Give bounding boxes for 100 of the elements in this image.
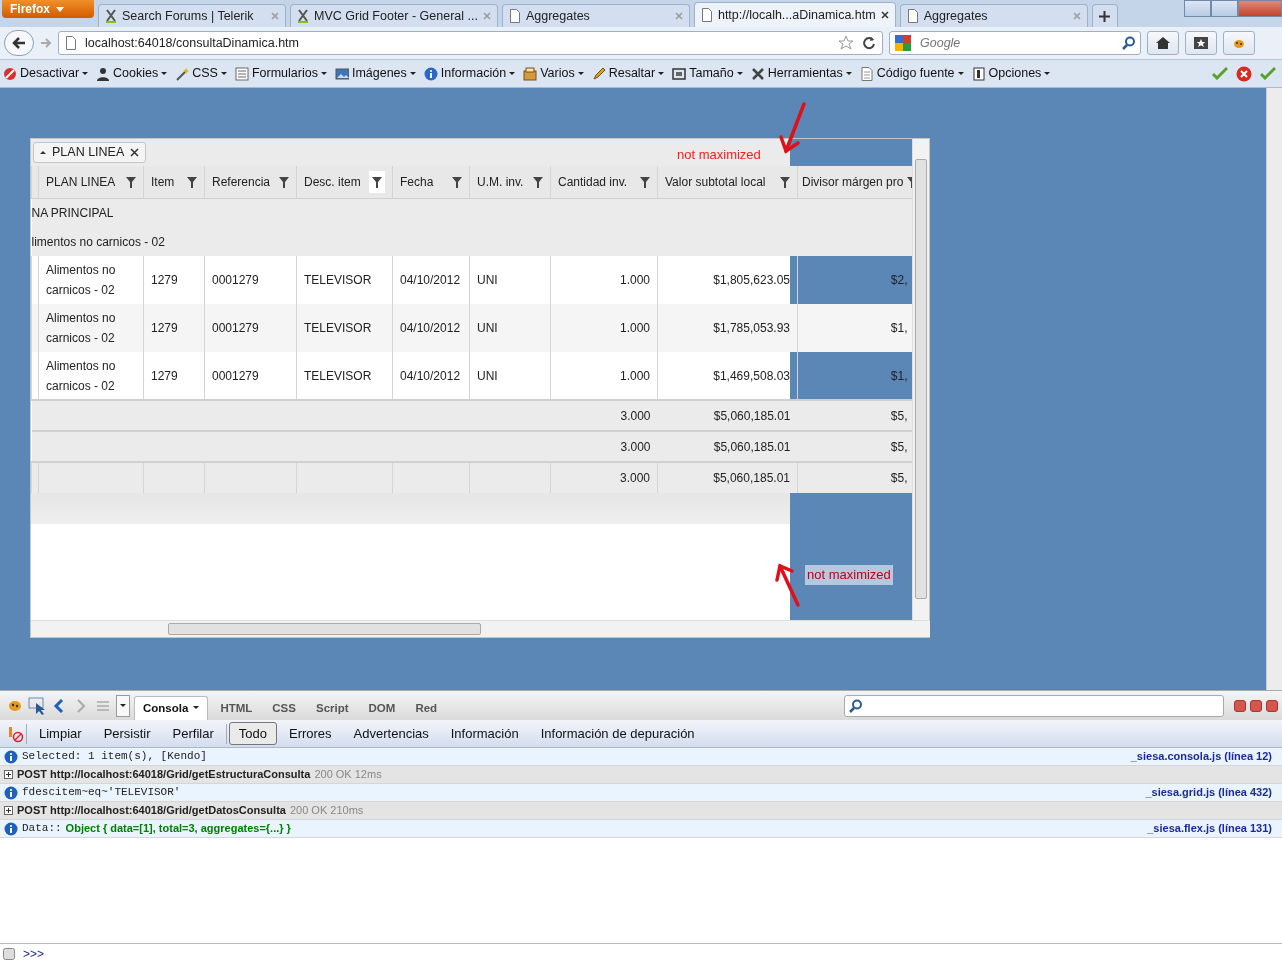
- table-cell: TELEVISOR: [304, 273, 372, 287]
- table-cell: 1279: [151, 273, 178, 287]
- toolbar-menu[interactable]: Varios: [522, 64, 585, 83]
- clear-icon[interactable]: [6, 724, 24, 743]
- filter-icon[interactable]: [533, 177, 543, 189]
- pencil-icon: [591, 66, 606, 81]
- back-arrow-icon: [12, 37, 26, 49]
- filter-tab[interactable]: Advertencias: [343, 721, 439, 746]
- back-button[interactable]: [4, 30, 34, 56]
- table-cell: 04/10/2012: [400, 321, 461, 335]
- console-action[interactable]: Limpiar: [29, 721, 92, 746]
- table-cell: $1,: [890, 368, 908, 383]
- expand-icon[interactable]: [4, 770, 13, 779]
- table-cell: 1279: [151, 368, 178, 383]
- toolbar-menu[interactable]: Opciones: [970, 64, 1052, 83]
- horizontal-scrollbar[interactable]: [31, 620, 930, 637]
- pointer-icon[interactable]: [28, 696, 46, 715]
- box-icon: [523, 66, 538, 81]
- footer-cell: $5,: [890, 471, 908, 485]
- toolbar-menu[interactable]: Desactivar: [2, 64, 90, 83]
- filter-tab[interactable]: Información de depuración: [530, 721, 705, 746]
- browser-tab[interactable]: Search Forums | Telerik: [98, 4, 286, 27]
- toolbar-menu[interactable]: Cookies: [95, 64, 169, 83]
- footer-cell: 3.000: [619, 471, 650, 485]
- x-logo-icon: [105, 9, 117, 23]
- close-icon[interactable]: [880, 11, 889, 19]
- request-url[interactable]: POST http://localhost:64018/Grid/getEstructuraConsulta: [17, 766, 311, 783]
- check-icon: [1212, 65, 1228, 80]
- toolbar-menu[interactable]: Código fuente: [858, 64, 965, 83]
- browser-tab[interactable]: http://localh...aDinamica.htm: [693, 2, 896, 27]
- vertical-scrollbar[interactable]: [912, 139, 929, 621]
- filter-icon[interactable]: [780, 177, 790, 189]
- toolbar-menu[interactable]: CSS: [174, 64, 228, 83]
- source-link[interactable]: _siesa.grid.js (línea 432): [1145, 784, 1272, 801]
- footer-cell: 3.000: [620, 439, 651, 454]
- request-url[interactable]: POST http://localhost:64018/Grid/getDatosConsulta: [17, 802, 286, 819]
- x-logo-icon: [297, 9, 309, 23]
- search-icon: [849, 698, 863, 713]
- footer-cell: $5,060,185.01: [713, 471, 790, 485]
- expand-icon[interactable]: [4, 806, 13, 815]
- form-icon: [234, 66, 249, 81]
- object-summary[interactable]: Object { data=[1], total=3, aggregates={...} }: [65, 820, 291, 837]
- toolbar-menu[interactable]: Imágenes: [333, 64, 417, 83]
- panel-tab[interactable]: DOM: [360, 696, 404, 720]
- filter-icon[interactable]: [279, 177, 289, 189]
- table-cell: 04/10/2012: [400, 368, 461, 383]
- filter-tab[interactable]: Todo: [228, 721, 277, 746]
- group-header: NA PRINCIPAL: [31, 205, 114, 220]
- console-action[interactable]: Perfilar: [162, 721, 224, 746]
- footer-cell: 3.000: [620, 408, 651, 423]
- document-icon: [859, 66, 874, 81]
- panel-tab[interactable]: Consola: [134, 695, 209, 720]
- browser-tab[interactable]: MVC Grid Footer - General ...: [290, 4, 498, 27]
- filter-icon[interactable]: [187, 177, 197, 189]
- tab-title: Search Forums | Telerik: [122, 7, 255, 25]
- table-cell: $2,: [890, 273, 908, 287]
- bookmarks-button[interactable]: [1185, 31, 1217, 55]
- panel-tab[interactable]: HTML: [212, 696, 261, 720]
- star-icon[interactable]: [838, 35, 854, 51]
- picture-icon: [334, 66, 349, 81]
- console-icon[interactable]: [3, 947, 15, 960]
- group-chip[interactable]: PLAN LINEA: [33, 142, 147, 163]
- toolbar-menu[interactable]: Resaltar: [590, 64, 666, 83]
- filter-icon[interactable]: [640, 177, 650, 189]
- filter-icon[interactable]: [372, 177, 382, 189]
- footer-cell: $5,060,185.01: [713, 408, 791, 423]
- source-link[interactable]: _siesa.consola.js (línea 12): [1130, 748, 1272, 765]
- plus-icon: [1099, 10, 1111, 22]
- browser-tab[interactable]: Aggregates: [899, 4, 1088, 27]
- close-icon[interactable]: [130, 148, 140, 157]
- page-scrollbar[interactable]: [1266, 88, 1282, 690]
- table-cell: $1,785,053.93: [713, 321, 790, 335]
- console-action[interactable]: Persistir: [93, 721, 161, 746]
- search-icon[interactable]: [1122, 36, 1136, 50]
- toolbar-menu[interactable]: Información: [422, 64, 517, 83]
- tab-title: MVC Grid Footer - General ...: [314, 7, 478, 25]
- panel-tab[interactable]: Red: [407, 696, 446, 720]
- toolbar-menu[interactable]: Formularios: [233, 64, 328, 83]
- filter-tab[interactable]: Errores: [278, 721, 342, 746]
- footer-cell: $5,: [890, 408, 908, 423]
- panel-tab[interactable]: Script: [307, 696, 357, 720]
- house-icon: [1155, 36, 1171, 50]
- info-icon: [423, 66, 438, 81]
- table-cell: Alimentos no carnicos - 02: [46, 263, 116, 297]
- table-cell: $1,469,508.03: [713, 368, 790, 383]
- panel-tab[interactable]: CSS: [264, 696, 304, 720]
- search-field[interactable]: Google: [889, 31, 1141, 55]
- reload-icon[interactable]: [862, 36, 876, 50]
- filter-icon[interactable]: [126, 177, 136, 189]
- toolbar-menu[interactable]: Herramientas: [749, 64, 853, 83]
- address-bar[interactable]: localhost:64018/consultaDinamica.htm: [58, 31, 883, 55]
- browser-tab[interactable]: Aggregates: [501, 4, 690, 27]
- toolbar-menu[interactable]: Tamaño: [671, 64, 744, 83]
- menu-button[interactable]: [116, 694, 130, 717]
- home-button[interactable]: [1147, 31, 1179, 55]
- source-link[interactable]: _siesa.flex.js (línea 131): [1147, 820, 1272, 837]
- new-tab-button[interactable]: [1091, 4, 1118, 27]
- filter-icon[interactable]: [452, 177, 462, 189]
- filter-tab[interactable]: Información: [440, 721, 529, 746]
- page-icon: [906, 9, 919, 23]
